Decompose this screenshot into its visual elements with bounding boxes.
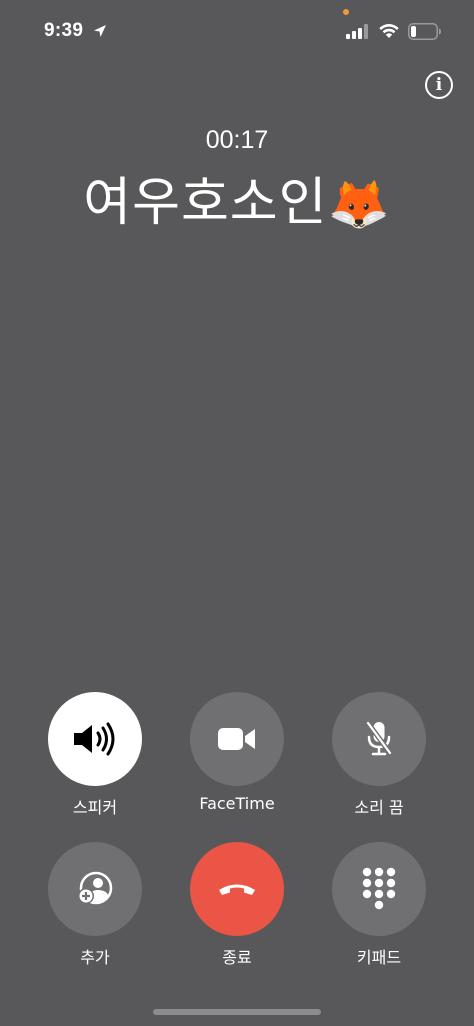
speaker-label: 스피커 <box>72 798 118 817</box>
caller-name: 여우호소인 <box>83 173 328 233</box>
keypad-label: 키패드 <box>356 948 402 967</box>
microphone-slash-icon <box>365 721 393 756</box>
speaker-button[interactable] <box>48 692 142 786</box>
info-icon: i <box>435 74 443 95</box>
status-time: 9:39 <box>44 20 84 41</box>
mute-label: 소리 끔 <box>354 798 404 817</box>
phone-down-icon <box>219 884 255 895</box>
cellular-signal-icon <box>346 24 368 39</box>
add-call-button[interactable] <box>48 842 142 936</box>
end-call-label: 종료 <box>222 948 252 967</box>
privacy-indicator-dot <box>343 9 349 15</box>
call-duration: 00:17 <box>205 126 269 154</box>
wifi-icon <box>379 24 399 38</box>
facetime-label: FaceTime <box>199 794 275 813</box>
add-person-icon <box>78 871 113 905</box>
caller-name-row: 여우호소인🦊 <box>0 160 474 235</box>
speaker-icon <box>74 722 115 756</box>
end-call-button[interactable] <box>190 842 284 936</box>
video-camera-icon <box>218 728 255 750</box>
battery-icon <box>408 23 441 40</box>
add-call-label: 추가 <box>80 948 110 967</box>
facetime-button[interactable] <box>190 692 284 786</box>
location-arrow-icon <box>94 25 106 37</box>
keypad-button[interactable] <box>332 842 426 936</box>
home-indicator[interactable] <box>153 1009 321 1015</box>
info-button[interactable]: i <box>425 71 453 99</box>
keypad-icon <box>362 867 396 910</box>
fox-emoji-icon: 🦊 <box>327 174 391 232</box>
mute-button[interactable] <box>332 692 426 786</box>
status-bar: 9:39 <box>0 0 474 60</box>
